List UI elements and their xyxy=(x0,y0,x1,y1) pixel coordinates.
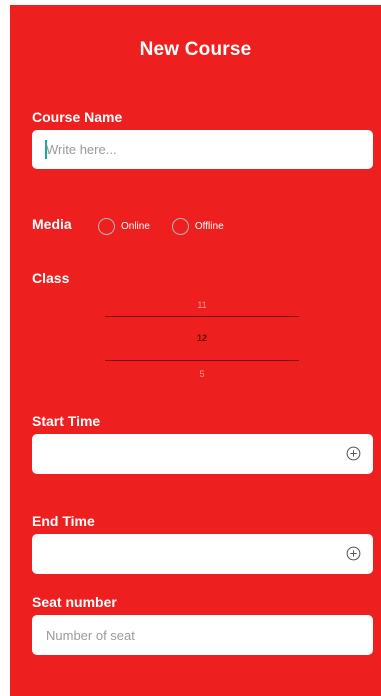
start-time-label: Start Time xyxy=(32,413,101,429)
media-option-label: Online xyxy=(121,221,150,232)
seat-number-input[interactable] xyxy=(32,615,373,655)
plus-circle-icon[interactable] xyxy=(346,546,361,561)
new-course-screen: New Course Course Name Media Online Offl… xyxy=(10,5,381,696)
plus-circle-icon[interactable] xyxy=(346,446,361,461)
media-label: Media xyxy=(32,216,72,232)
media-option-label: Offline xyxy=(194,221,224,232)
seat-number-field[interactable] xyxy=(32,615,373,655)
end-time-label: End Time xyxy=(32,513,95,529)
course-name-label: Course Name xyxy=(32,109,123,125)
media-option-offline[interactable]: Offline xyxy=(171,218,224,235)
course-name-field[interactable] xyxy=(32,130,373,169)
media-option-online[interactable]: Online xyxy=(98,218,150,235)
media-radio-group: Online Offline xyxy=(98,218,246,235)
page-title: New Course xyxy=(139,39,252,60)
picker-item-selected[interactable]: 12 xyxy=(105,317,299,360)
picker-item-above[interactable]: 11 xyxy=(105,294,299,316)
radio-circle-icon[interactable] xyxy=(171,218,189,235)
picker-item-below[interactable]: 5 xyxy=(105,361,299,387)
class-label: Class xyxy=(32,270,70,286)
radio-circle-icon[interactable] xyxy=(98,218,115,235)
class-picker[interactable]: 11 12 5 xyxy=(105,294,299,387)
seat-number-label: Seat number xyxy=(32,594,117,610)
end-time-field[interactable] xyxy=(32,534,373,574)
start-time-field[interactable] xyxy=(32,434,373,474)
course-name-input[interactable] xyxy=(32,130,373,169)
